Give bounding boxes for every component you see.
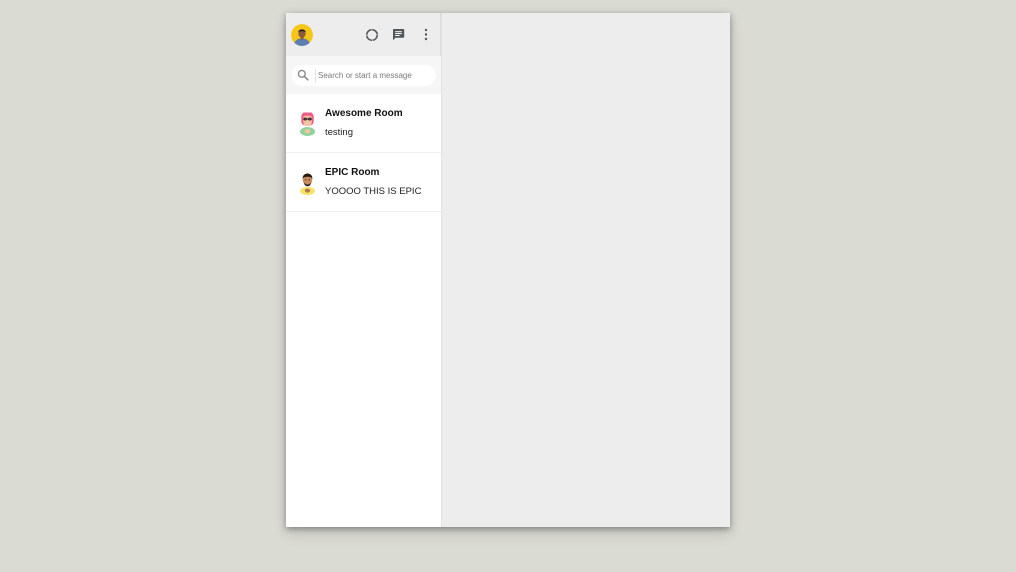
- chat-panel: [442, 13, 730, 527]
- sidebar-header: [286, 13, 441, 56]
- status-icon[interactable]: [363, 26, 380, 43]
- header-actions: [363, 26, 434, 43]
- new-chat-icon[interactable]: [390, 26, 407, 43]
- room-avatar-icon: [299, 169, 316, 195]
- sidebar: Awesome Room testing: [286, 13, 442, 527]
- chat-item-awesome-room[interactable]: Awesome Room testing: [286, 94, 441, 153]
- search-bar: [286, 56, 441, 94]
- chat-list: Awesome Room testing EPIC Room YOOOO THI…: [286, 94, 441, 527]
- chat-info: Awesome Room testing: [325, 108, 403, 138]
- chat-last-message: testing: [325, 127, 353, 138]
- search-icon: [297, 69, 309, 81]
- chat-name: Awesome Room: [325, 108, 403, 119]
- more-vert-icon[interactable]: [417, 26, 434, 43]
- user-avatar-icon[interactable]: [291, 23, 313, 46]
- chat-last-message: YOOOO THIS IS EPIC: [325, 186, 422, 197]
- search-box: [291, 64, 436, 86]
- chat-info: EPIC Room YOOOO THIS IS EPIC: [325, 167, 421, 197]
- search-input[interactable]: [315, 68, 431, 82]
- chat-item-epic-room[interactable]: EPIC Room YOOOO THIS IS EPIC: [286, 153, 441, 212]
- room-avatar-icon: [299, 110, 316, 136]
- chat-name: EPIC Room: [325, 167, 380, 178]
- chat-app-window: Awesome Room testing: [286, 13, 730, 527]
